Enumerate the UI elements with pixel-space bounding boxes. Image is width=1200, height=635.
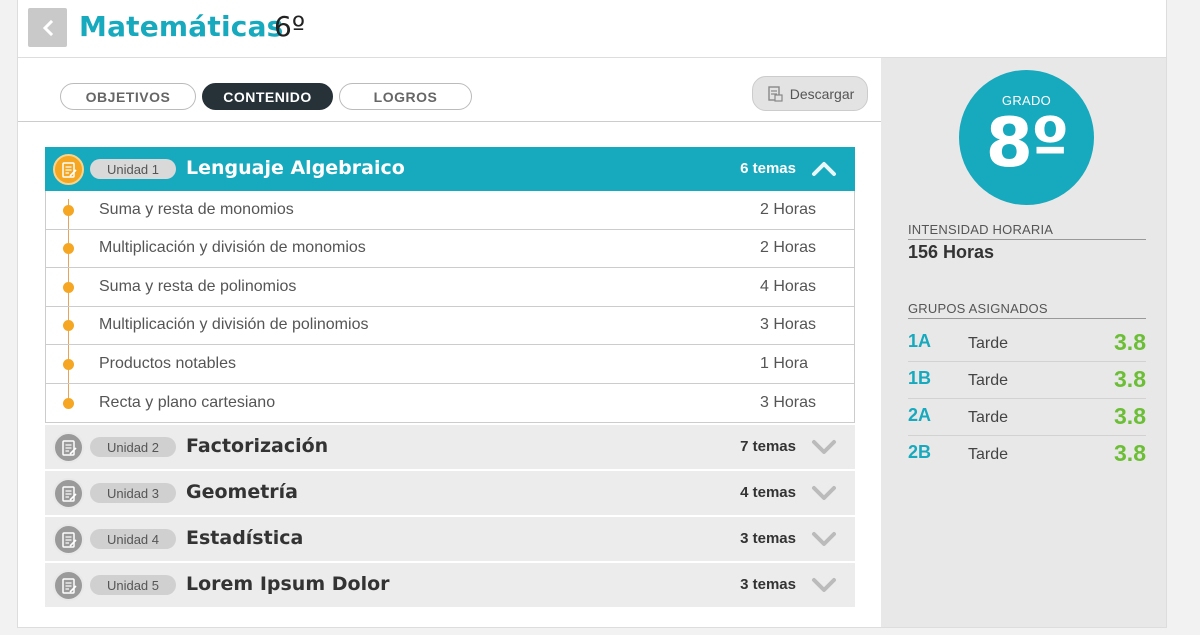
content-panel: OBJETIVOS CONTENIDO LOGROS Descargar Uni… [17,58,882,628]
group-score: 3.8 [1114,403,1146,429]
unit-topic-count: 6 temas [740,160,796,177]
group-row[interactable]: 2A Tarde 3.8 [908,399,1146,436]
unit-header-1[interactable]: Unidad 1 Lenguaje Algebraico 6 temas [45,147,855,191]
timeline-dot [63,243,74,255]
group-name: 2B [908,442,932,462]
timeline-dot [63,281,74,293]
unit-document-icon [53,524,84,555]
page-header: Matemáticas 6º [17,0,1167,58]
topic-name: Suma y resta de monomios [99,200,294,218]
unit-document-icon [53,154,84,185]
timeline-dot [63,397,74,409]
group-name: 1B [908,368,932,388]
document-download-icon [768,85,783,102]
intensity-label: INTENSIDAD HORARIA [908,222,1146,240]
chevron-down-icon[interactable] [811,529,837,549]
unit-topic-count: 4 temas [740,484,796,501]
unit-name: Geometría [186,481,299,503]
tab-logros[interactable]: LOGROS [339,83,472,110]
topic-hours: 4 Horas [760,277,817,295]
divider [18,121,882,122]
group-shift: Tarde [968,446,1009,463]
page-title: Matemáticas [79,10,284,43]
unit-document-icon [53,478,84,509]
units-list: Unidad 1 Lenguaje Algebraico 6 temas Sum… [45,147,855,609]
group-shift: Tarde [968,335,1009,352]
info-sidebar: GRADO 8º INTENSIDAD HORARIA 156 Horas GR… [881,58,1167,628]
topic-name: Multiplicación y división de monomios [99,239,366,257]
unit-topic-count: 7 temas [740,438,796,455]
topic-name: Suma y resta de polinomios [99,277,297,295]
unit-header-5[interactable]: Unidad 5 Lorem Ipsum Dolor 3 temas [45,563,855,607]
topic-hours: 2 Horas [760,200,817,218]
chevron-down-icon[interactable] [811,575,837,595]
unit-name: Lenguaje Algebraico [186,157,405,179]
group-row[interactable]: 1A Tarde 3.8 [908,325,1146,362]
back-button[interactable] [28,8,67,47]
topic-hours: 2 Horas [760,239,817,257]
page-grade: 6º [274,10,306,43]
unit-document-icon [53,432,84,463]
unit-badge: Unidad 2 [90,437,176,457]
tab-contenido[interactable]: CONTENIDO [202,83,333,110]
unit-badge: Unidad 3 [90,483,176,503]
unit-header-2[interactable]: Unidad 2 Factorización 7 temas [45,425,855,469]
group-row[interactable]: 2B Tarde 3.8 [908,436,1146,473]
topic-row[interactable]: Multiplicación y división de monomios 2 … [46,229,854,268]
topic-name: Recta y plano cartesiano [99,393,276,411]
topic-hours: 3 Horas [760,393,817,411]
unit-topics-1: Suma y resta de monomios 2 Horas Multipl… [45,191,855,423]
topic-row[interactable]: Suma y resta de monomios 2 Horas [46,191,854,230]
unit-badge: Unidad 4 [90,529,176,549]
topic-name: Productos notables [99,354,236,372]
unit-topic-count: 3 temas [740,576,796,593]
topic-hours: 1 Hora [760,354,809,372]
chevron-down-icon[interactable] [811,437,837,457]
unit-badge: Unidad 5 [90,575,176,595]
timeline-dot [63,358,74,370]
grade-value: 8º [985,104,1070,183]
unit-header-3[interactable]: Unidad 3 Geometría 4 temas [45,471,855,515]
download-button[interactable]: Descargar [752,76,868,111]
topic-hours: 3 Horas [760,316,817,334]
chevron-up-icon[interactable] [811,159,837,179]
topic-row[interactable]: Productos notables 1 Hora [46,345,854,384]
topic-row[interactable]: Recta y plano cartesiano 3 Horas [46,383,854,423]
unit-badge: Unidad 1 [90,159,176,179]
unit-document-icon [53,570,84,601]
group-score: 3.8 [1114,329,1146,355]
group-name: 1A [908,331,932,351]
group-score: 3.8 [1114,366,1146,392]
chevron-left-icon [42,19,53,36]
chevron-down-icon[interactable] [811,483,837,503]
topic-row[interactable]: Suma y resta de polinomios 4 Horas [46,268,854,307]
tab-objetivos[interactable]: OBJETIVOS [60,83,196,110]
group-shift: Tarde [968,372,1009,389]
unit-topic-count: 3 temas [740,530,796,547]
timeline-dot [63,204,74,216]
timeline-dot [63,320,74,332]
unit-name: Factorización [186,435,329,457]
download-label: Descargar [789,85,855,102]
grade-circle: GRADO 8º [959,70,1094,205]
group-row[interactable]: 1B Tarde 3.8 [908,362,1146,399]
intensity-value: 156 Horas [908,242,995,262]
group-shift: Tarde [968,409,1009,426]
topic-row[interactable]: Multiplicación y división de polinomios … [46,306,854,345]
topic-name: Multiplicación y división de polinomios [99,316,369,334]
groups-label: GRUPOS ASIGNADOS [908,301,1146,319]
unit-header-4[interactable]: Unidad 4 Estadística 3 temas [45,517,855,561]
unit-name: Estadística [186,527,304,549]
unit-name: Lorem Ipsum Dolor [186,573,390,595]
group-name: 2A [908,405,932,425]
group-score: 3.8 [1114,440,1146,466]
groups-list: 1A Tarde 3.8 1B Tarde 3.8 2A Tarde 3.8 2… [908,325,1146,473]
tab-bar: OBJETIVOS CONTENIDO LOGROS [60,83,472,110]
